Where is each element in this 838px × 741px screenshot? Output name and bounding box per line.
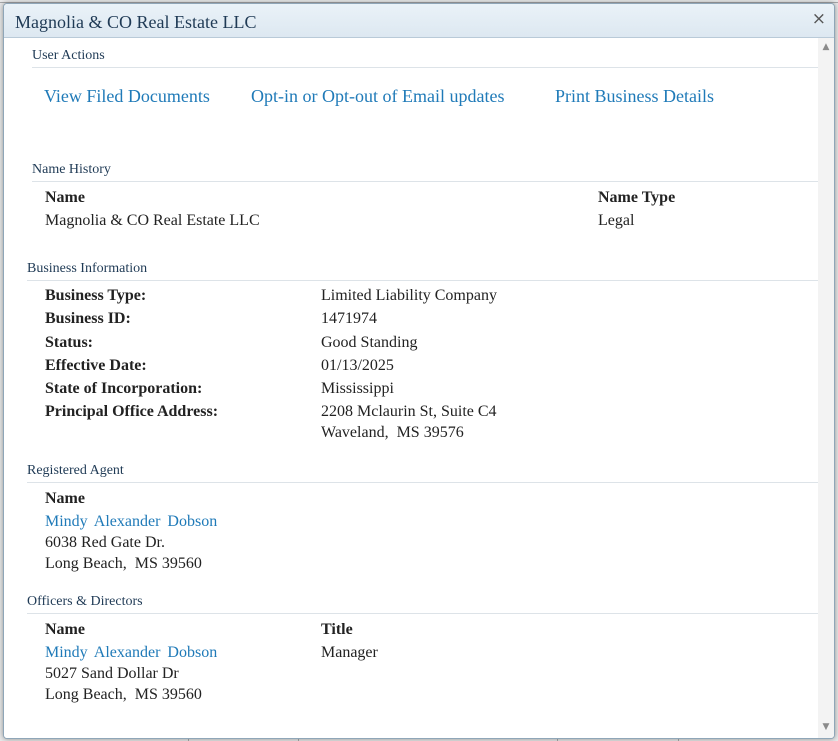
section-divider bbox=[32, 181, 818, 182]
section-divider bbox=[27, 482, 818, 483]
state-of-incorporation-value: Mississippi bbox=[321, 380, 394, 397]
business-id-label: Business ID: bbox=[45, 310, 131, 327]
scroll-up-arrow-icon[interactable]: ▲ bbox=[821, 42, 831, 52]
officer-name-column-header: Name bbox=[45, 621, 85, 638]
principal-office-address-line2: Waveland, MS 39576 bbox=[321, 424, 464, 441]
dialog-titlebar: Magnolia & CO Real Estate LLC × bbox=[4, 4, 834, 38]
email-updates-link[interactable]: Opt-in or Opt-out of Email updates bbox=[251, 86, 504, 107]
section-divider bbox=[27, 613, 818, 614]
status-label: Status: bbox=[45, 334, 94, 351]
effective-date-label: Effective Date: bbox=[45, 357, 147, 374]
officers-directors-heading: Officers & Directors bbox=[27, 594, 143, 609]
name-column-header: Name bbox=[45, 189, 85, 206]
officer-name-link[interactable]: Mindy Alexander Dobson bbox=[45, 644, 217, 662]
name-type-column-header: Name Type bbox=[598, 189, 676, 206]
status-value: Good Standing bbox=[321, 334, 418, 351]
name-history-heading: Name History bbox=[32, 162, 111, 177]
officer-title-column-header: Title bbox=[321, 621, 353, 638]
user-actions-heading: User Actions bbox=[32, 48, 105, 63]
officer-title-value: Manager bbox=[321, 644, 378, 661]
dialog-title: Magnolia & CO Real Estate LLC bbox=[15, 12, 257, 32]
registered-agent-name-link[interactable]: Mindy Alexander Dobson bbox=[45, 513, 217, 531]
print-business-details-link[interactable]: Print Business Details bbox=[555, 86, 714, 107]
officer-address-line2: Long Beach, MS 39560 bbox=[45, 686, 202, 703]
principal-office-address-line1: 2208 Mclaurin St, Suite C4 bbox=[321, 403, 497, 420]
business-information-heading: Business Information bbox=[27, 261, 148, 276]
dialog-content: User Actions View Filed Documents Opt-in… bbox=[4, 38, 818, 738]
business-type-label: Business Type: bbox=[45, 287, 147, 304]
registered-agent-heading: Registered Agent bbox=[27, 463, 124, 478]
effective-date-value: 01/13/2025 bbox=[321, 357, 394, 374]
history-type-value: Legal bbox=[598, 212, 635, 229]
vertical-scrollbar[interactable]: ▲ ▼ bbox=[818, 38, 834, 738]
section-divider bbox=[27, 280, 818, 281]
officer-address-line1: 5027 Sand Dollar Dr bbox=[45, 665, 179, 682]
principal-office-address-label: Principal Office Address: bbox=[45, 403, 219, 420]
view-filed-documents-link[interactable]: View Filed Documents bbox=[44, 86, 210, 107]
business-details-dialog: Magnolia & CO Real Estate LLC × User Act… bbox=[3, 3, 835, 739]
history-name-value: Magnolia & CO Real Estate LLC bbox=[45, 212, 260, 229]
section-divider bbox=[32, 67, 818, 68]
agent-name-column-header: Name bbox=[45, 490, 85, 507]
business-type-value: Limited Liability Company bbox=[321, 287, 497, 304]
registered-agent-address-line2: Long Beach, MS 39560 bbox=[45, 555, 202, 572]
registered-agent-address-line1: 6038 Red Gate Dr. bbox=[45, 534, 165, 551]
scroll-down-arrow-icon[interactable]: ▼ bbox=[821, 722, 831, 732]
state-of-incorporation-label: State of Incorporation: bbox=[45, 380, 203, 397]
business-id-value: 1471974 bbox=[321, 310, 377, 327]
close-icon[interactable]: × bbox=[812, 9, 826, 29]
